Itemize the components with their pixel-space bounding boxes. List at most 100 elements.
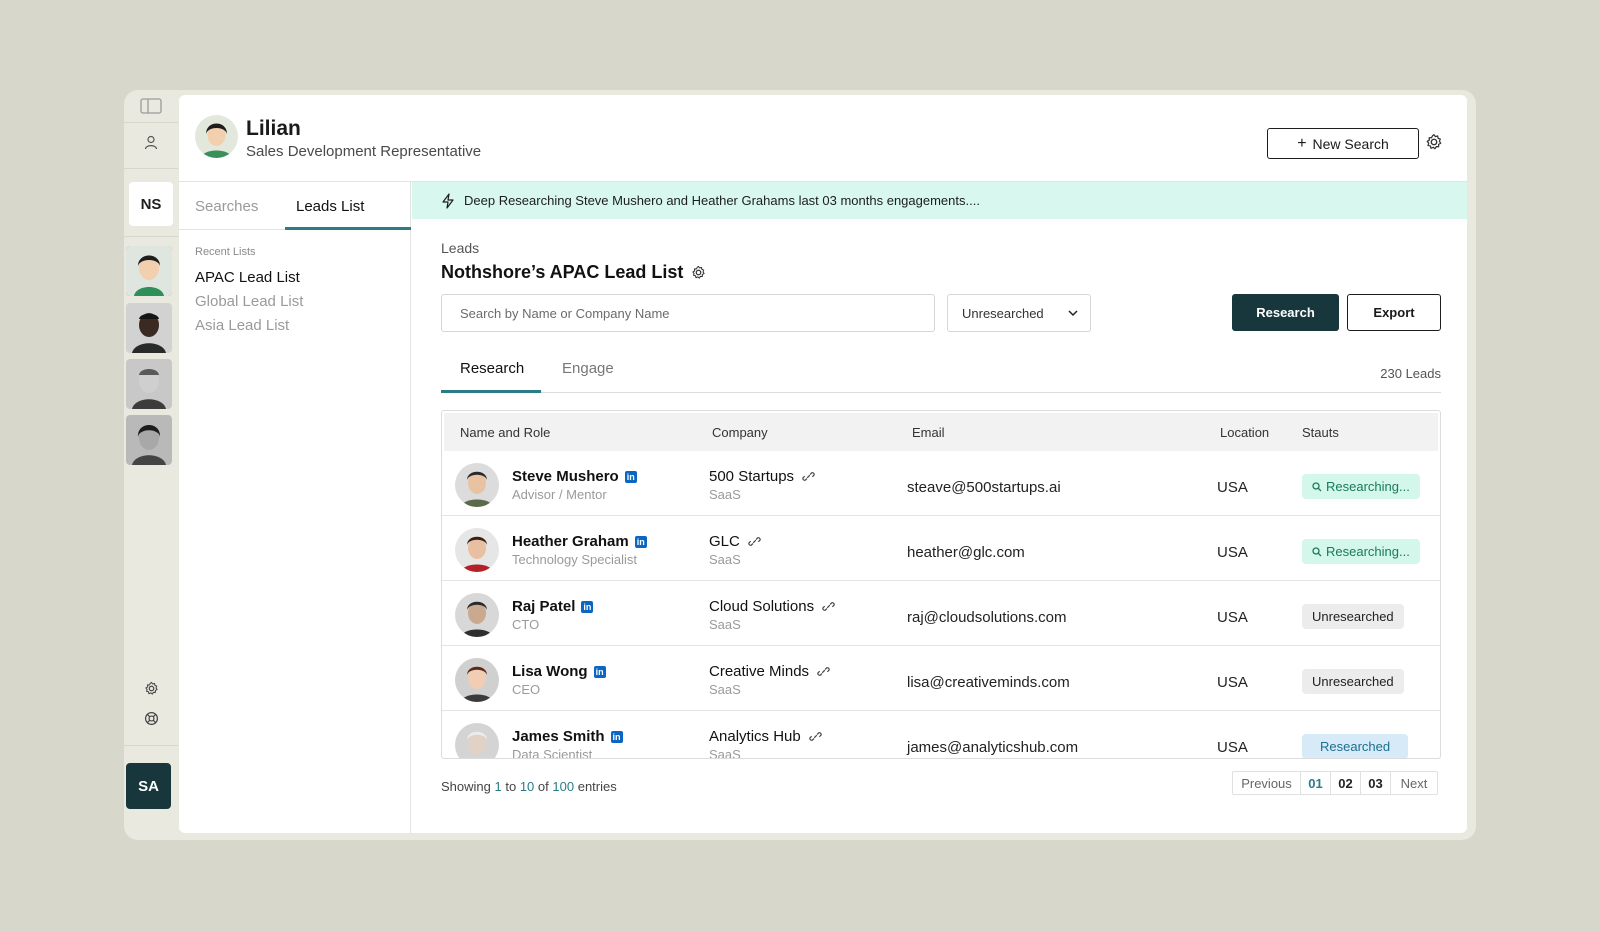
lead-company-text: 500 Startups <box>709 468 795 485</box>
tab-leads-list[interactable]: Leads List <box>296 198 364 215</box>
pagination-of-word: of <box>537 779 549 794</box>
lead-role: Technology Specialist <box>512 552 638 567</box>
lead-name[interactable]: Raj Patel in <box>512 598 594 615</box>
lead-company-text: Creative Minds <box>709 663 810 680</box>
linkedin-icon[interactable]: in <box>593 665 606 678</box>
lead-email[interactable]: raj@cloudsolutions.com <box>907 609 1066 626</box>
link-icon[interactable] <box>822 600 835 613</box>
list-item-apac[interactable]: APAC Lead List <box>195 269 300 286</box>
pagination: Previous 01 02 03 Next <box>1232 771 1438 795</box>
plus-icon: + <box>1297 134 1307 152</box>
status-text: Unresearched <box>1312 609 1394 624</box>
table-row[interactable]: Heather Graham in Technology Specialist … <box>442 516 1440 581</box>
rail-avatar-1[interactable] <box>126 246 172 296</box>
left-panel: Searches Leads List Recent Lists APAC Le… <box>179 182 411 833</box>
table-row[interactable]: Lisa Wong in CEO Creative Minds SaaS lis… <box>442 646 1440 711</box>
table-header: Name and Role Company Email Location Sta… <box>444 413 1438 451</box>
status-filter-value: Unresearched <box>962 305 1044 321</box>
linkedin-icon[interactable]: in <box>581 600 594 613</box>
list-item-asia[interactable]: Asia Lead List <box>195 317 289 334</box>
new-search-button[interactable]: + New Search <box>1267 128 1419 159</box>
status-badge: Researching... <box>1302 539 1420 564</box>
sidebar-toggle-icon[interactable] <box>124 94 178 118</box>
linkedin-icon[interactable]: in <box>634 535 647 548</box>
gear-icon[interactable] <box>124 678 178 698</box>
list-settings-icon[interactable] <box>691 265 706 280</box>
link-icon[interactable] <box>809 730 822 743</box>
lead-avatar <box>455 463 499 507</box>
previous-page-button[interactable]: Previous <box>1233 772 1301 794</box>
rail-avatar-3[interactable] <box>126 359 172 409</box>
column-header-email: Email <box>912 425 945 440</box>
status-badge: Researched <box>1302 734 1409 758</box>
lead-name[interactable]: Heather Graham in <box>512 533 647 550</box>
breadcrumb: Leads <box>441 240 480 256</box>
table-row[interactable]: Steve Mushero in Advisor / Mentor 500 St… <box>442 451 1440 516</box>
pagination-to: 10 <box>519 779 535 794</box>
research-banner: Deep Researching Steve Mushero and Heath… <box>412 182 1467 219</box>
next-page-button[interactable]: Next <box>1391 772 1437 794</box>
lead-company[interactable]: Analytics Hub <box>709 728 822 745</box>
lead-avatar <box>455 723 499 758</box>
main-card: Lilian Sales Development Representative … <box>179 95 1467 833</box>
link-icon[interactable] <box>817 665 830 678</box>
lead-name[interactable]: James Smith in <box>512 728 623 745</box>
link-icon[interactable] <box>748 535 761 548</box>
status-text: Researched <box>1320 739 1391 754</box>
list-item-global[interactable]: Global Lead List <box>195 293 303 310</box>
lead-industry: SaaS <box>709 617 741 632</box>
settings-gear-icon[interactable] <box>1425 133 1445 153</box>
lead-avatar <box>455 658 499 702</box>
export-button[interactable]: Export <box>1347 294 1441 331</box>
support-icon[interactable] <box>124 708 178 728</box>
page-button-01[interactable]: 01 <box>1301 772 1331 794</box>
user-icon[interactable] <box>124 130 178 154</box>
lead-industry: SaaS <box>709 552 741 567</box>
workspace-badge[interactable]: NS <box>129 182 173 226</box>
page-button-02[interactable]: 02 <box>1331 772 1361 794</box>
lead-name[interactable]: Steve Mushero in <box>512 468 637 485</box>
lead-company[interactable]: Creative Minds <box>709 663 830 680</box>
lead-email[interactable]: heather@glc.com <box>907 544 1025 561</box>
search-icon <box>1312 481 1322 491</box>
pagination-summary: Showing 1 to 10 of 100 entries <box>441 779 617 794</box>
rail-avatar-4[interactable] <box>126 415 172 465</box>
status-text: Researching... <box>1326 479 1410 494</box>
rail-avatar-2[interactable] <box>126 303 172 353</box>
table-row[interactable]: James Smith in Data Scientist Analytics … <box>442 711 1440 758</box>
lead-email[interactable]: steave@500startups.ai <box>907 479 1061 496</box>
lead-role: Advisor / Mentor <box>512 487 607 502</box>
status-text: Unresearched <box>1312 674 1394 689</box>
table-row[interactable]: Raj Patel in CTO Cloud Solutions SaaS ra… <box>442 581 1440 646</box>
status-badge: Unresearched <box>1302 669 1404 694</box>
lead-avatar <box>455 593 499 637</box>
lead-company[interactable]: Cloud Solutions <box>709 598 835 615</box>
lead-name-text: Heather Graham <box>512 533 629 550</box>
lead-industry: SaaS <box>709 487 741 502</box>
page-button-03[interactable]: 03 <box>1361 772 1391 794</box>
pagination-to-word: to <box>505 779 517 794</box>
search-input[interactable] <box>441 294 935 332</box>
pagination-showing: Showing <box>441 779 491 794</box>
page-title-text: Nothshore’s APAC Lead List <box>441 262 684 282</box>
research-button[interactable]: Research <box>1232 294 1339 331</box>
linkedin-icon[interactable]: in <box>624 470 637 483</box>
link-icon[interactable] <box>802 470 815 483</box>
lead-company[interactable]: GLC <box>709 533 761 550</box>
column-header-status: Stauts <box>1302 425 1339 440</box>
tab-research[interactable]: Research <box>460 360 524 377</box>
tab-searches[interactable]: Searches <box>195 198 258 215</box>
lead-email[interactable]: lisa@creativeminds.com <box>907 674 1070 691</box>
pagination-entries-word: entries <box>577 779 617 794</box>
column-header-name: Name and Role <box>460 425 551 440</box>
lead-company[interactable]: 500 Startups <box>709 468 815 485</box>
tab-engage[interactable]: Engage <box>562 360 614 377</box>
lead-location: USA <box>1217 479 1248 496</box>
lead-company-text: Cloud Solutions <box>709 598 815 615</box>
user-badge[interactable]: SA <box>126 763 171 809</box>
status-filter-select[interactable]: Unresearched <box>947 294 1091 332</box>
new-search-label: New Search <box>1312 135 1389 152</box>
lead-name[interactable]: Lisa Wong in <box>512 663 606 680</box>
linkedin-icon[interactable]: in <box>610 730 623 743</box>
lead-email[interactable]: james@analyticshub.com <box>907 739 1078 756</box>
